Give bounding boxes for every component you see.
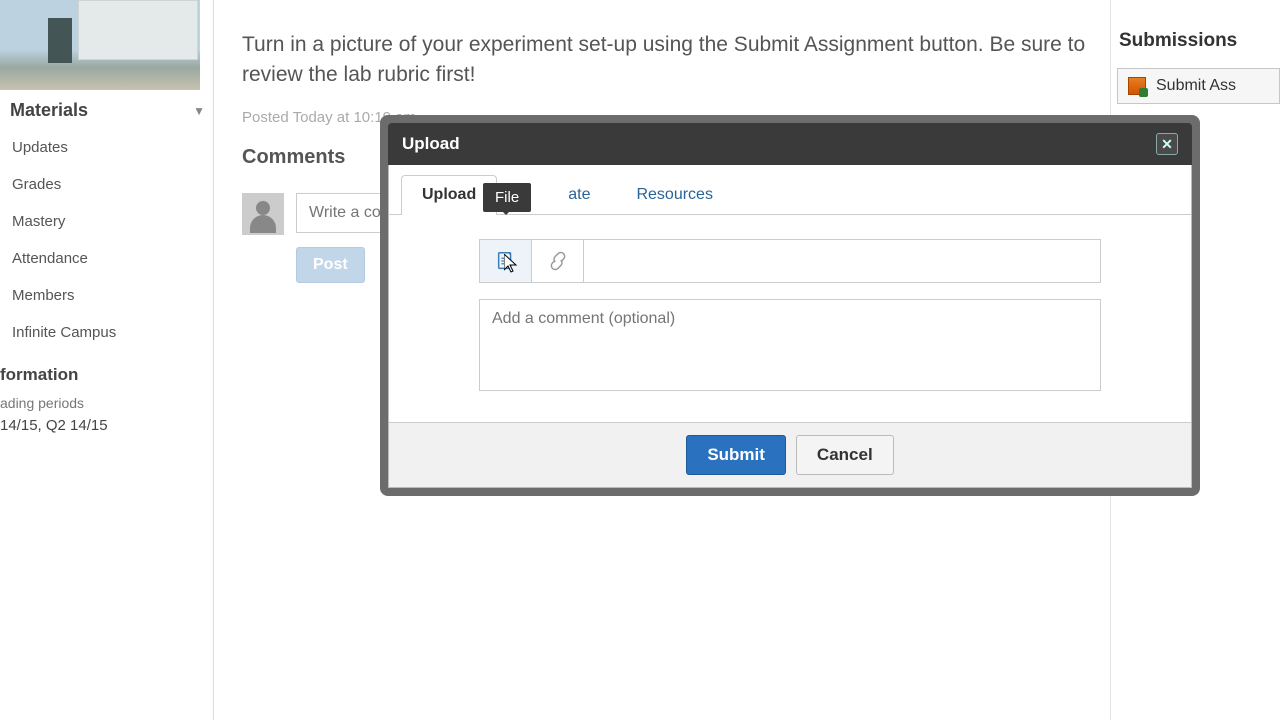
sidebar-item-attendance[interactable]: Attendance (0, 240, 213, 277)
modal-footer: Submit Cancel (389, 422, 1191, 487)
sidebar-item-updates[interactable]: Updates (0, 129, 213, 166)
sidebar-nav: Updates Grades Mastery Attendance Member… (0, 129, 213, 351)
modal-tabs: Upload ate Resources (389, 165, 1191, 215)
submit-assignment-button[interactable]: Submit Ass (1117, 68, 1280, 104)
sidebar-item-members[interactable]: Members (0, 277, 213, 314)
submit-assignment-icon (1128, 77, 1146, 95)
submit-assignment-label: Submit Ass (1156, 77, 1236, 95)
upload-modal: Upload ✕ Upload ate Resources (380, 115, 1200, 496)
assignment-description: Turn in a picture of your experiment set… (242, 30, 1092, 91)
sidebar-item-mastery[interactable]: Mastery (0, 203, 213, 240)
link-icon (547, 250, 569, 272)
file-icon (495, 250, 517, 272)
submissions-header: Submissions (1111, 30, 1280, 68)
materials-label: Materials (10, 100, 88, 121)
grading-periods-value: 14/15, Q2 14/15 (0, 415, 213, 436)
file-upload-button[interactable] (480, 240, 532, 282)
close-icon[interactable]: ✕ (1156, 133, 1178, 155)
link-attach-button[interactable] (532, 240, 584, 282)
upload-comment-input[interactable] (479, 299, 1101, 391)
avatar (242, 193, 284, 235)
information-header: formation (0, 351, 213, 391)
sidebar-materials-header[interactable]: Materials ▼ (0, 90, 213, 129)
sidebar-item-infinite-campus[interactable]: Infinite Campus (0, 314, 213, 351)
modal-title: Upload (402, 134, 460, 154)
course-sidebar: Materials ▼ Updates Grades Mastery Atten… (0, 0, 214, 720)
grading-periods-label: ading periods (0, 391, 213, 415)
tab-resources[interactable]: Resources (615, 175, 733, 214)
submit-button[interactable]: Submit (686, 435, 786, 475)
course-banner-image (0, 0, 200, 90)
cancel-button[interactable]: Cancel (796, 435, 894, 475)
sidebar-item-grades[interactable]: Grades (0, 166, 213, 203)
attachment-row (479, 239, 1101, 283)
tab-create[interactable]: ate (547, 175, 611, 214)
modal-header: Upload ✕ (388, 123, 1192, 165)
chevron-down-icon: ▼ (193, 104, 205, 118)
post-button[interactable]: Post (296, 247, 365, 283)
tab-upload[interactable]: Upload (401, 175, 497, 215)
attachment-empty-area[interactable] (584, 240, 1100, 282)
